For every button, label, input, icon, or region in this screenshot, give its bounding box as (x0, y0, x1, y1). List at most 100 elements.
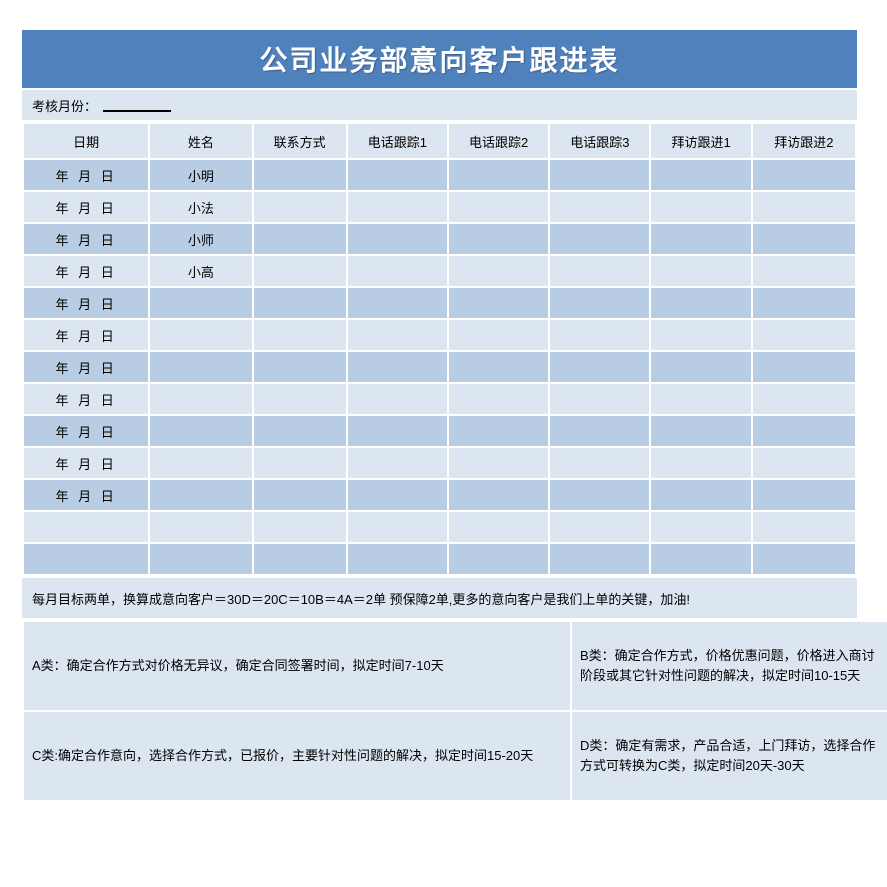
cell-call-1[interactable] (347, 160, 447, 190)
cell-date[interactable]: 年 月 日 (24, 160, 149, 190)
cell-name[interactable] (150, 512, 252, 542)
cell-call-2[interactable] (448, 480, 549, 510)
cell-visit-1[interactable] (651, 416, 751, 446)
cell-visit-1[interactable] (651, 320, 751, 350)
cell-visit-2[interactable] (752, 320, 855, 350)
cell-visit-2[interactable] (752, 384, 855, 414)
cell-call-2[interactable] (448, 448, 549, 478)
cell-contact[interactable] (253, 544, 346, 574)
cell-call-2[interactable] (448, 352, 549, 382)
cell-call-3[interactable] (550, 384, 650, 414)
cell-name[interactable]: 小师 (150, 224, 252, 254)
cell-visit-1[interactable] (651, 256, 751, 286)
cell-name[interactable] (150, 288, 252, 318)
cell-contact[interactable] (253, 192, 346, 222)
cell-call-3[interactable] (550, 256, 650, 286)
cell-call-1[interactable] (347, 480, 447, 510)
cell-date[interactable]: 年 月 日 (24, 448, 149, 478)
cell-date[interactable] (24, 544, 149, 574)
assessment-month-input[interactable] (103, 98, 172, 112)
cell-date[interactable]: 年 月 日 (24, 352, 149, 382)
cell-visit-1[interactable] (651, 544, 751, 574)
cell-date[interactable]: 年 月 日 (24, 416, 149, 446)
cell-contact[interactable] (253, 160, 346, 190)
cell-date[interactable]: 年 月 日 (24, 256, 149, 286)
cell-call-2[interactable] (448, 544, 549, 574)
cell-name[interactable] (150, 448, 252, 478)
cell-visit-2[interactable] (752, 224, 855, 254)
cell-call-1[interactable] (347, 352, 447, 382)
cell-call-3[interactable] (550, 448, 650, 478)
cell-visit-2[interactable] (752, 512, 855, 542)
cell-call-1[interactable] (347, 320, 447, 350)
cell-contact[interactable] (253, 416, 346, 446)
cell-call-1[interactable] (347, 512, 447, 542)
cell-name[interactable]: 小法 (150, 192, 252, 222)
cell-visit-1[interactable] (651, 192, 751, 222)
cell-call-1[interactable] (347, 192, 447, 222)
cell-contact[interactable] (253, 480, 346, 510)
cell-visit-1[interactable] (651, 352, 751, 382)
cell-call-2[interactable] (448, 320, 549, 350)
cell-visit-2[interactable] (752, 160, 855, 190)
cell-visit-2[interactable] (752, 448, 855, 478)
cell-call-3[interactable] (550, 192, 650, 222)
cell-call-3[interactable] (550, 416, 650, 446)
cell-call-1[interactable] (347, 288, 447, 318)
cell-date[interactable] (24, 512, 149, 542)
cell-contact[interactable] (253, 288, 346, 318)
cell-visit-1[interactable] (651, 480, 751, 510)
cell-call-1[interactable] (347, 448, 447, 478)
cell-name[interactable] (150, 480, 252, 510)
cell-date[interactable]: 年 月 日 (24, 192, 149, 222)
cell-name[interactable]: 小明 (150, 160, 252, 190)
cell-call-3[interactable] (550, 480, 650, 510)
cell-call-2[interactable] (448, 160, 549, 190)
cell-date[interactable]: 年 月 日 (24, 384, 149, 414)
cell-contact[interactable] (253, 224, 346, 254)
cell-contact[interactable] (253, 384, 346, 414)
cell-call-2[interactable] (448, 256, 549, 286)
cell-date[interactable]: 年 月 日 (24, 320, 149, 350)
cell-visit-1[interactable] (651, 160, 751, 190)
cell-call-2[interactable] (448, 512, 549, 542)
cell-name[interactable] (150, 320, 252, 350)
cell-call-1[interactable] (347, 384, 447, 414)
cell-visit-2[interactable] (752, 352, 855, 382)
cell-name[interactable]: 小高 (150, 256, 252, 286)
cell-contact[interactable] (253, 352, 346, 382)
cell-visit-1[interactable] (651, 288, 751, 318)
cell-visit-2[interactable] (752, 416, 855, 446)
cell-name[interactable] (150, 352, 252, 382)
cell-call-2[interactable] (448, 416, 549, 446)
cell-visit-1[interactable] (651, 448, 751, 478)
cell-visit-1[interactable] (651, 384, 751, 414)
cell-name[interactable] (150, 384, 252, 414)
cell-visit-2[interactable] (752, 192, 855, 222)
cell-call-2[interactable] (448, 384, 549, 414)
cell-visit-1[interactable] (651, 512, 751, 542)
cell-visit-2[interactable] (752, 288, 855, 318)
cell-call-3[interactable] (550, 544, 650, 574)
cell-date[interactable]: 年 月 日 (24, 480, 149, 510)
cell-contact[interactable] (253, 320, 346, 350)
cell-contact[interactable] (253, 256, 346, 286)
cell-call-1[interactable] (347, 224, 447, 254)
cell-call-3[interactable] (550, 352, 650, 382)
cell-visit-1[interactable] (651, 224, 751, 254)
cell-call-3[interactable] (550, 224, 650, 254)
cell-contact[interactable] (253, 512, 346, 542)
cell-call-3[interactable] (550, 288, 650, 318)
cell-name[interactable] (150, 544, 252, 574)
cell-name[interactable] (150, 416, 252, 446)
cell-call-2[interactable] (448, 224, 549, 254)
cell-visit-2[interactable] (752, 544, 855, 574)
cell-call-1[interactable] (347, 256, 447, 286)
cell-call-3[interactable] (550, 512, 650, 542)
cell-call-3[interactable] (550, 160, 650, 190)
cell-date[interactable]: 年 月 日 (24, 224, 149, 254)
cell-call-2[interactable] (448, 288, 549, 318)
cell-call-2[interactable] (448, 192, 549, 222)
cell-visit-2[interactable] (752, 480, 855, 510)
cell-date[interactable]: 年 月 日 (24, 288, 149, 318)
